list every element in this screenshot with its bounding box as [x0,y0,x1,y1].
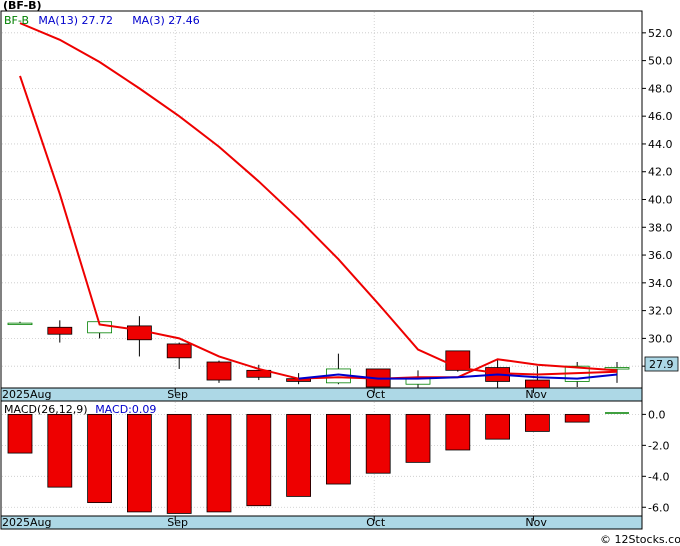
macd-bar [365,413,391,474]
macd-bar [405,413,431,463]
price-y-axis: 28.030.032.034.036.038.040.042.044.046.0… [642,27,673,373]
macd-y-axis: 0.0 -2.0 -4.0 -6.0 [642,408,669,514]
macd-bar [325,413,351,485]
x-tick-label: Oct [366,516,386,529]
price-y-tick-label: 44.0 [648,138,673,151]
x-tick-label: 2025Aug [2,388,51,401]
macd-bar [286,413,312,497]
chart-title: (BF-B) [3,0,42,12]
macd-y-tick-label: -6.0 [648,501,669,514]
price-y-tick-label: 40.0 [648,194,673,207]
macd-y-tick-label: -4.0 [648,470,669,483]
macd-legend-entry: MACD:0.09 [95,403,156,416]
macd-bar [7,413,33,454]
macd-legend-entry: MACD(26,12,9) [4,403,88,416]
macd-bar [525,413,550,432]
price-y-tick-label: 42.0 [648,166,673,179]
macd-bar [127,413,152,513]
price-y-tick-label: 48.0 [648,82,673,95]
macd-bar [246,413,272,507]
macd-bar [445,413,471,451]
price-y-tick-label: 50.0 [648,55,673,68]
candle-body [206,361,232,381]
price-y-tick-label: 32.0 [648,305,673,318]
last-price-label: 27.9 [649,358,674,371]
candle-body [166,343,192,359]
price-y-tick-label: 36.0 [648,249,673,262]
x-tick-label: Nov [525,516,547,529]
price-y-tick-label: 30.0 [648,332,673,345]
price-y-tick-label: 34.0 [648,277,673,290]
macd-bar [87,413,112,504]
price-y-tick-label: 46.0 [648,110,673,123]
x-tick-label: Nov [525,388,547,401]
x-tick-label: Oct [366,388,386,401]
price-y-tick-label: 38.0 [648,221,673,234]
footer-credit: © 12Stocks.com [600,533,680,546]
candle-body [7,322,33,326]
stock-chart: 28.030.032.034.036.038.040.042.044.046.0… [0,0,680,546]
macd-bar [166,413,192,514]
candle-body [47,326,73,335]
macd-legend: MACD(26,12,9) MACD:0.09 [4,403,156,416]
legend-entry: MA(3) 27.46 [132,14,200,27]
macd-bar [47,413,73,488]
x-tick-label: Sep [167,388,188,401]
price-y-tick-label: 52.0 [648,27,673,40]
macd-bar [564,413,590,423]
macd-bar [206,413,232,513]
x-tick-label: 2025Aug [2,516,51,529]
macd-y-tick-label: 0.0 [648,408,666,421]
legend-entry: MA(13) 27.72 [38,14,113,27]
macd-bar [485,413,511,440]
legend-entry: BF-B [4,14,29,27]
x-tick-label: Sep [167,516,188,529]
macd-y-tick-label: -2.0 [648,439,669,452]
